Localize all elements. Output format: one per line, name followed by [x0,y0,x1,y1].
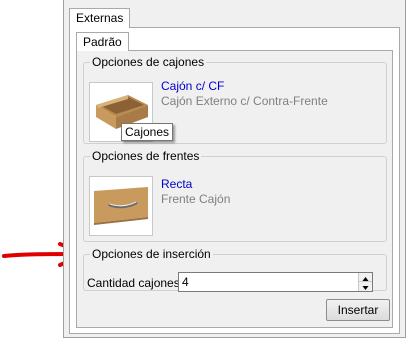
front-item-subtitle: Frente Cajón [161,192,231,206]
insertion-options-group: Opciones de inserción Cantidad cajones: … [83,247,387,292]
quantity-label: Cantidad cajones: [87,276,184,290]
fronts-options-legend: Opciones de frentes [92,149,200,163]
quantity-spin-buttons [358,273,372,291]
drawer-item-title[interactable]: Cajón c/ CF [161,79,224,93]
front-item-title[interactable]: Recta [161,177,192,191]
stage: Externas Padrão Opciones de cajones Cajó… [0,0,409,357]
tab-panel-externas: Padrão Opciones de cajones Cajón c/ CF C… [69,27,400,334]
tooltip: Cajones [121,123,174,141]
spin-down-button[interactable] [359,282,372,291]
drawers-options-legend: Opciones de cajones [92,55,205,69]
chevron-down-icon [362,286,369,290]
quantity-stepper[interactable]: 4 [178,272,373,292]
spin-up-button[interactable] [359,273,372,282]
fronts-options-group: Opciones de frentes Recta Frente Cajón [83,150,387,242]
tab-panel-padrao: Opciones de cajones Cajón c/ CF Cajón Ex… [76,50,393,328]
insert-button[interactable]: Insertar [326,299,390,321]
drawer-item-subtitle: Cajón Externo c/ Contra-Frente [161,94,328,108]
front-thumbnail[interactable] [89,176,153,236]
tab-padrao[interactable]: Padrão [76,32,129,51]
quantity-value[interactable]: 4 [182,275,189,289]
tab-externas[interactable]: Externas [69,8,131,28]
insertion-options-legend: Opciones de inserción [92,247,211,261]
drawers-options-group: Opciones de cajones Cajón c/ CF Cajón Ex… [83,56,387,144]
drawer-front-icon [94,187,148,225]
dialog-window: Externas Padrão Opciones de cajones Cajó… [63,0,406,338]
